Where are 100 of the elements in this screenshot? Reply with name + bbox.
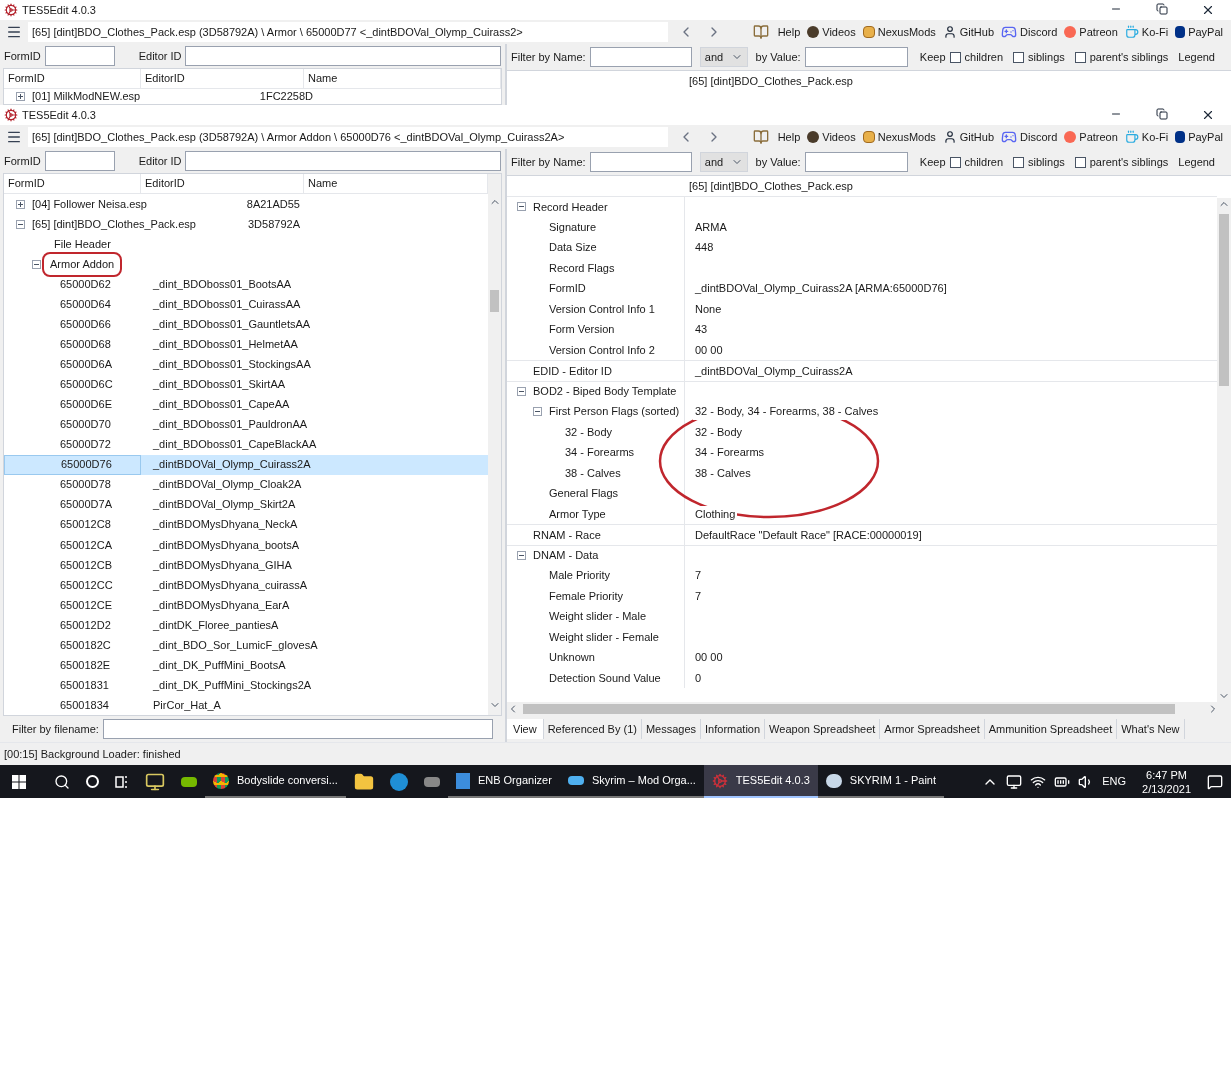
notifications-icon[interactable] <box>1207 773 1223 790</box>
tree-row[interactable]: 650012CA _dintBDOMysDhyana_bootsA <box>4 534 488 555</box>
menu-icon[interactable] <box>6 24 22 40</box>
checkbox[interactable] <box>1013 51 1025 63</box>
display-icon[interactable] <box>1006 773 1023 790</box>
input-field[interactable] <box>589 152 692 172</box>
tree-row[interactable]: 65000D6E _dint_BDOboss01_CapeAA <box>4 394 488 415</box>
task-view-icon[interactable] <box>115 774 129 789</box>
language-indicator[interactable]: ENG <box>1102 773 1127 790</box>
toolbar-link[interactable]: Patreon <box>1079 128 1118 146</box>
expand-toggle[interactable] <box>16 92 25 101</box>
taskbar-button[interactable]: ENB Organizer <box>447 765 560 798</box>
toolbar-link[interactable]: NexusMods <box>877 23 936 41</box>
horizontal-scrollbar[interactable] <box>507 702 1231 716</box>
checkbox[interactable] <box>1074 156 1086 168</box>
clock-time[interactable]: 6:47 PM <box>1146 767 1187 782</box>
scrollbar-thumb[interactable] <box>523 704 1175 714</box>
tree-row[interactable]: 65000D76 _dintBDOVal_Olymp_Cuirass2A <box>4 454 488 475</box>
toolbar-link[interactable]: Videos <box>822 128 856 146</box>
tree-row[interactable]: 65000D6C _dint_BDOboss01_SkirtAA <box>4 374 488 395</box>
tab[interactable]: View <box>507 719 544 739</box>
toolbar-link[interactable]: Help <box>777 128 801 146</box>
expand-toggle[interactable] <box>517 202 526 212</box>
taskbar-button[interactable]: SKYRIM 1 - Paint <box>817 765 944 798</box>
tree-row[interactable]: 65000D7A _dintBDOVal_Olymp_Skirt2A <box>4 494 488 515</box>
tree-row[interactable]: 65000D70 _dint_BDOboss01_PauldronAA <box>4 414 488 435</box>
expand-toggle[interactable] <box>517 550 526 560</box>
tree-row[interactable]: 65000D78 _dintBDOVal_Olymp_Cloak2A <box>4 474 488 495</box>
input-field[interactable] <box>44 46 115 66</box>
tree-row[interactable]: 65000D66 _dint_BDOboss01_GauntletsAA <box>4 314 488 335</box>
operator-dropdown[interactable]: and <box>699 152 748 172</box>
folder-icon[interactable] <box>353 771 374 792</box>
toolbar-link[interactable]: Discord <box>1020 23 1058 41</box>
checkbox[interactable] <box>1013 156 1025 168</box>
toolbar-link[interactable]: PayPal <box>1188 128 1223 146</box>
input-field[interactable] <box>44 151 115 171</box>
toolbar-link[interactable]: NexusMods <box>877 128 936 146</box>
tree-row[interactable]: 65000D64 _dint_BDOboss01_CuirassAA <box>4 294 488 315</box>
column-header[interactable]: Name <box>304 69 501 88</box>
tree-row[interactable]: 650012CC _dintBDOMysDhyana_cuirassA <box>4 574 488 595</box>
operator-dropdown[interactable]: and <box>699 47 748 67</box>
tree-row[interactable]: 650012D2 _dintDK_Floree_pantiesA <box>4 614 488 635</box>
toolbar-link[interactable]: Help <box>777 23 801 41</box>
toolbar-link[interactable]: GitHub <box>959 23 995 41</box>
input-field[interactable] <box>102 719 493 739</box>
toolbar-link[interactable]: Ko-Fi <box>1141 23 1169 41</box>
tree-row[interactable]: 65000D72 _dint_BDOboss01_CapeBlackAA <box>4 434 488 455</box>
path-field[interactable]: [65] [dint]BDO_Clothes_Pack.esp (3D58792A) \ Armor Addon \ 65000D76 <_dintBDOVal_Olymp_Cuirass2A> <box>28 127 668 147</box>
legend-button[interactable]: Legend <box>1178 48 1215 66</box>
input-field[interactable] <box>804 152 908 172</box>
scrollbar-thumb[interactable] <box>1219 214 1229 386</box>
expand-toggle[interactable] <box>32 259 41 269</box>
expand-toggle[interactable] <box>533 406 542 416</box>
tree-row[interactable]: 65001831 _dint_DK_PuffMini_Stockings2A <box>4 674 488 695</box>
toolbar-link[interactable]: Ko-Fi <box>1141 128 1169 146</box>
tree-row[interactable]: 6500182C _dint_BDO_Sor_LumicF_glovesA <box>4 634 488 655</box>
clock-date[interactable]: 2/13/2021 <box>1142 781 1191 796</box>
taskbar-button[interactable]: Skyrim – Mod Orga... <box>559 765 704 798</box>
search-icon[interactable] <box>54 773 70 790</box>
menu-icon[interactable] <box>6 129 22 145</box>
scrollbar-thumb[interactable] <box>490 290 499 312</box>
column-header[interactable]: EditorID <box>141 69 304 88</box>
tree-row[interactable]: 65000D68 _dint_BDOboss01_HelmetAA <box>4 334 488 355</box>
tree-row[interactable]: 65001834 PirCor_Hat_A <box>4 694 488 715</box>
vertical-scrollbar[interactable] <box>1217 198 1231 702</box>
tree-row[interactable]: 65000D62 _dint_BDOboss01_BootsAA <box>4 274 488 295</box>
checkbox[interactable] <box>1074 51 1086 63</box>
tree-row[interactable]: 65000D6A _dint_BDOboss01_StockingsAA <box>4 354 488 375</box>
expand-toggle[interactable] <box>16 199 25 209</box>
form-id: 65000D76 <box>61 457 112 473</box>
tree-row[interactable]: 650012C8 _dintBDOMysDhyana_NeckA <box>4 514 488 535</box>
input-field[interactable] <box>185 46 501 66</box>
column-header[interactable]: FormID <box>4 174 141 193</box>
browser-icon[interactable] <box>389 772 408 791</box>
tree-row[interactable]: 6500182E _dint_DK_PuffMini_BootsA <box>4 654 488 675</box>
toolbar-link[interactable]: PayPal <box>1188 23 1223 41</box>
legend-button[interactable]: Legend <box>1178 153 1215 171</box>
toolbar-link[interactable]: Discord <box>1020 128 1058 146</box>
input-field[interactable] <box>804 47 908 67</box>
monitor-icon[interactable] <box>145 771 165 792</box>
input-field[interactable] <box>589 47 692 67</box>
expand-toggle[interactable] <box>16 219 25 229</box>
taskbar-button[interactable]: Bodyslide conversi... <box>205 765 346 798</box>
app-icon[interactable] <box>181 776 197 787</box>
toolbar-link[interactable]: Videos <box>822 23 856 41</box>
vertical-scrollbar[interactable] <box>488 174 501 715</box>
tree-row[interactable]: 650012CE _dintBDOMysDhyana_EarA <box>4 594 488 615</box>
column-header[interactable]: EditorID <box>141 174 304 193</box>
toolbar-link[interactable]: GitHub <box>959 128 995 146</box>
taskbar-button[interactable]: TES5Edit 4.0.3 <box>703 765 818 798</box>
checkbox[interactable] <box>949 51 961 63</box>
tree-row[interactable]: 650012CB _dintBDOMysDhyana_GIHA <box>4 554 488 575</box>
path-field[interactable]: [65] [dint]BDO_Clothes_Pack.esp (3D58792A) \ Armor \ 65000D77 <_dintBDOVal_Olymp_Cuirass2> <box>28 22 668 42</box>
checkbox[interactable] <box>949 156 961 168</box>
toolbar-link[interactable]: Patreon <box>1079 23 1118 41</box>
input-field[interactable] <box>185 151 501 171</box>
expand-toggle[interactable] <box>517 386 526 396</box>
column-header[interactable]: FormID <box>4 69 141 88</box>
app-icon[interactable] <box>423 776 440 787</box>
windows-logo-icon[interactable] <box>12 774 26 789</box>
